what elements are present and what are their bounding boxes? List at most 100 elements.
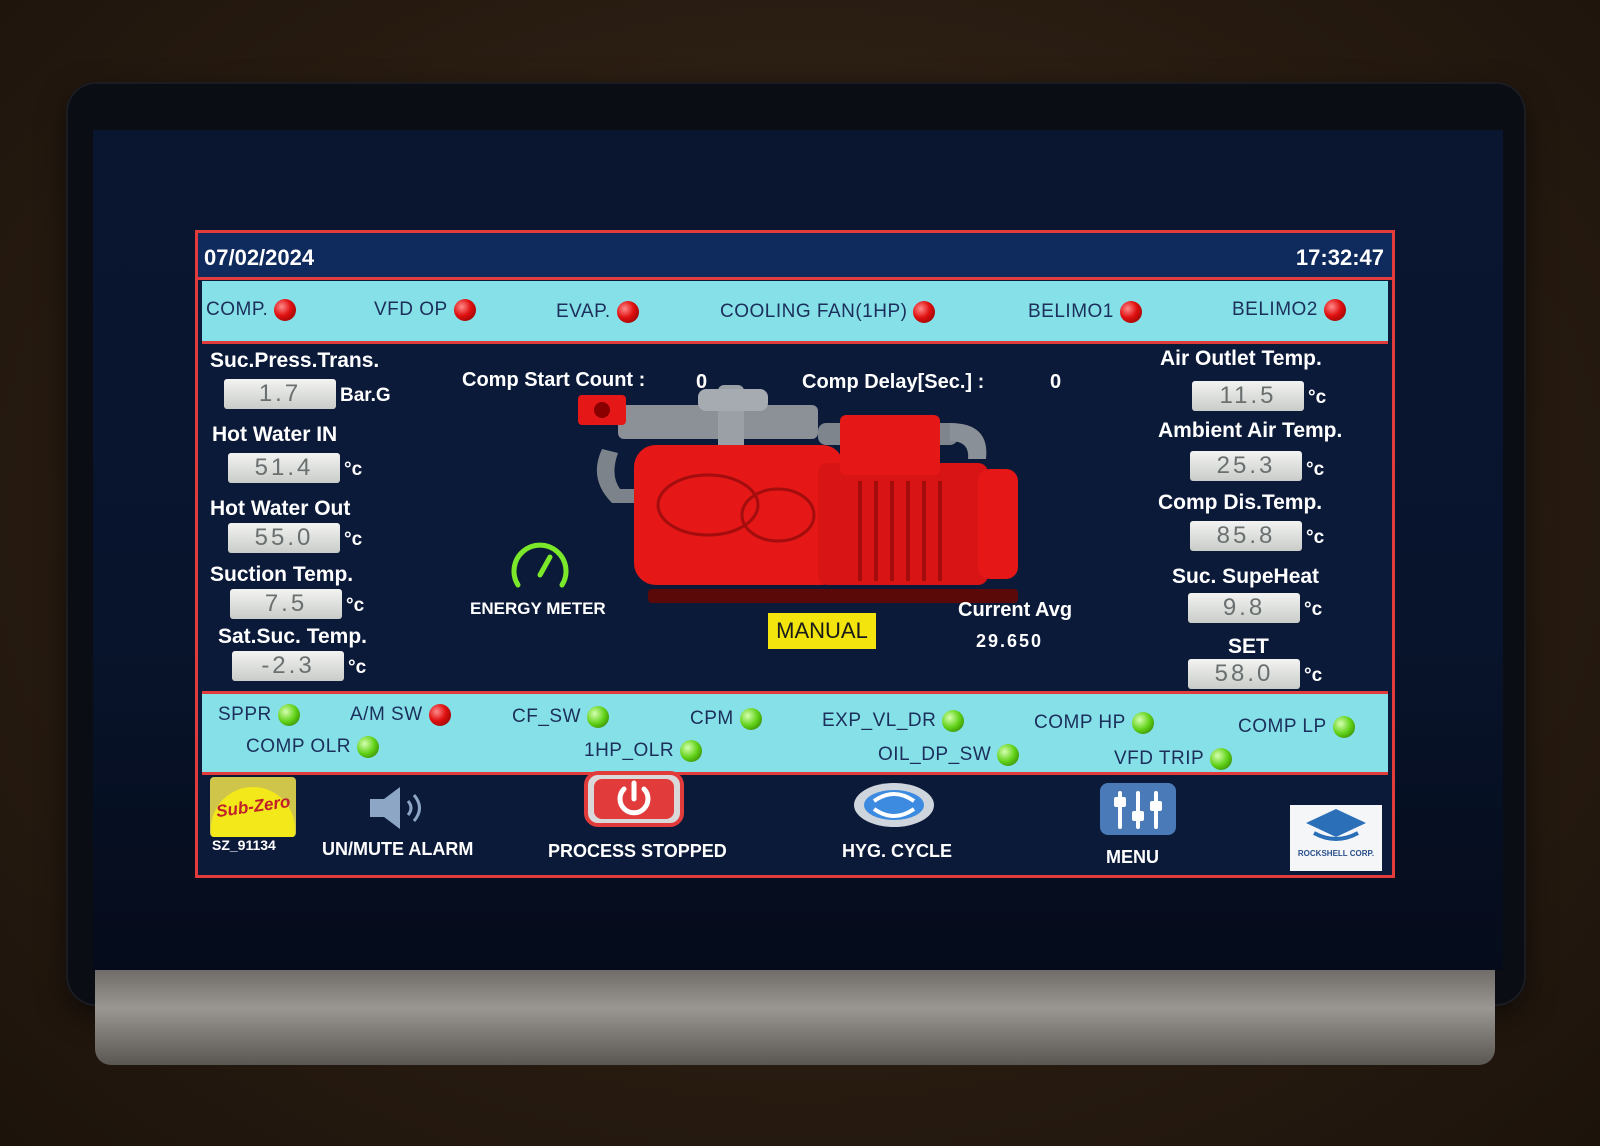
value-hot-water-out[interactable]: 55.0 [228,523,340,553]
indicator-label: COMP OLR [246,736,352,757]
menu-button[interactable]: MENU [1092,771,1192,871]
status-led-icon [1210,748,1233,770]
indicator-label: EVAP. [556,301,611,322]
label-hot-water-out: Hot Water Out [210,497,351,520]
label-suc-superheat: Suc. SupeHeat [1172,565,1320,588]
indicator-cpm: CPM [690,708,762,730]
value-air-outlet-temp[interactable]: 11.5 [1192,381,1304,411]
menu-label: MENU [1106,847,1159,867]
status-led-icon [428,704,451,726]
indicator-label: CF_SW [512,706,581,727]
hyg-cycle-button[interactable]: HYG. CYCLE [838,771,978,867]
status-led-icon [277,704,300,726]
rear-elbow [950,423,987,459]
label-ambient-air-temp: Ambient Air Temp. [1158,419,1343,442]
value-suction-temp[interactable]: 7.5 [230,589,342,619]
indicator-label: SPPR [218,704,272,725]
compressor-motor [818,463,988,585]
value-set[interactable]: 58.0 [1188,659,1300,689]
mute-alarm-button[interactable]: UN/MUTE ALARM [322,771,482,863]
unit-suc-superheat: °c [1304,599,1323,620]
unit-set: °c [1304,665,1323,686]
inlet-port [594,402,610,418]
mute-alarm-label: UN/MUTE ALARM [322,839,474,859]
mode-badge: MANUAL [768,613,876,649]
status-led-icon [680,740,703,762]
value-suc-superheat[interactable]: 9.8 [1188,593,1300,623]
indicator-label: COMP. [206,299,269,320]
sub-zero-logo: Sub-Zero [210,777,296,837]
unit-suc-press: Bar.G [340,385,391,406]
indicator-label: BELIMO2 [1232,299,1318,320]
status-led-icon [1119,301,1142,323]
value-sat-suc-temp[interactable]: -2.3 [232,651,344,681]
indicator-sppr: SPPR [218,704,300,726]
indicator-comp-olr: COMP OLR [246,736,380,758]
brand-text: ROCKSHELL CORP. [1297,849,1375,858]
unit-air-outlet-temp: °c [1308,387,1327,408]
top-status-bar: COMP. VFD OP EVAP. COOLING FAN(1HP) BELI… [202,281,1388,344]
unit-ambient-air-temp: °c [1306,459,1325,480]
speaker-icon [370,787,421,829]
pipe-flange [698,389,768,411]
label-suction-temp: Suction Temp. [210,563,354,586]
indicator-label: COMP HP [1034,712,1126,733]
value-suc-press[interactable]: 1.7 [224,379,336,409]
date-display: 07/02/2024 [204,245,315,270]
indicator-am-sw: A/M SW [350,704,451,726]
status-led-icon [913,301,936,323]
indicator-comp-lp: COMP LP [1238,716,1355,738]
label-suc-press: Suc.Press.Trans. [210,349,380,372]
label-hot-water-in: Hot Water IN [212,423,338,446]
indicator-label: VFD OP [374,299,448,320]
status-led-icon [942,710,965,732]
status-led-icon [1323,299,1346,321]
indicator-label: 1HP_OLR [584,740,675,761]
power-icon [584,771,684,827]
label-air-outlet-temp: Air Outlet Temp. [1160,347,1322,370]
status-led-icon [616,301,639,323]
status-led-icon [739,708,762,730]
indicator-belimo1: BELIMO1 [1028,301,1142,323]
indicator-belimo2: BELIMO2 [1232,299,1346,321]
indicator-label: BELIMO1 [1028,301,1114,322]
status-led-icon [1131,712,1154,734]
indicator-oil-dp-sw: OIL_DP_SW [878,744,1020,766]
indicator-comp: COMP. [206,299,297,321]
status-led-icon [1332,716,1355,738]
indicator-evap: EVAP. [556,301,639,323]
bottom-status-bar: SPPR A/M SW CF_SW CPM EXP_VL_DR COMP HP … [202,691,1388,775]
rockshell-emblem-icon [1306,809,1366,841]
rockshell-logo: ROCKSHELL CORP. [1290,805,1382,871]
energy-meter-label: ENERGY METER [470,599,606,618]
indicator-cooling-fan: COOLING FAN(1HP) [720,301,936,323]
hmi-panel: 07/02/2024 17:32:47 COMP. VFD OP EVAP. C… [195,230,1395,878]
indicator-1hp-olr: 1HP_OLR [584,740,703,762]
status-led-icon [997,744,1020,766]
status-led-icon [453,299,476,321]
unit-sat-suc-temp: °c [348,657,367,678]
value-ambient-air-temp[interactable]: 25.3 [1190,451,1302,481]
indicator-label: A/M SW [350,704,423,725]
nav-bar: Sub-Zero SZ_91134 UN/MUTE ALARM PROCESS … [202,771,1388,875]
value-hot-water-in[interactable]: 51.4 [228,453,340,483]
compressor-graphic [578,385,1018,603]
process-button[interactable]: PROCESS STOPPED [536,771,736,867]
device-id: SZ_91134 [212,837,276,853]
unit-hot-water-in: °c [344,459,363,480]
comp-delay-value: 0 [1050,371,1062,393]
cycle-icon [854,783,934,827]
unit-comp-dis-temp: °c [1306,527,1325,548]
label-sat-suc-temp: Sat.Suc. Temp. [218,625,367,648]
indicator-vfd-op: VFD OP [374,299,476,321]
current-avg-label: Current Avg [958,599,1073,621]
energy-meter-gauge-icon[interactable] [508,535,572,599]
main-readings: Suc.Press.Trans. 1.7 Bar.G Hot Water IN … [202,345,1388,689]
value-comp-dis-temp[interactable]: 85.8 [1190,521,1302,551]
indicator-label: EXP_VL_DR [822,710,937,731]
indicator-exp-vl-dr: EXP_VL_DR [822,710,965,732]
process-status-label: PROCESS STOPPED [548,841,727,861]
current-avg-value: 29.650 [976,631,1044,651]
sliders-icon [1100,783,1176,835]
motor-end-cap [978,469,1018,579]
